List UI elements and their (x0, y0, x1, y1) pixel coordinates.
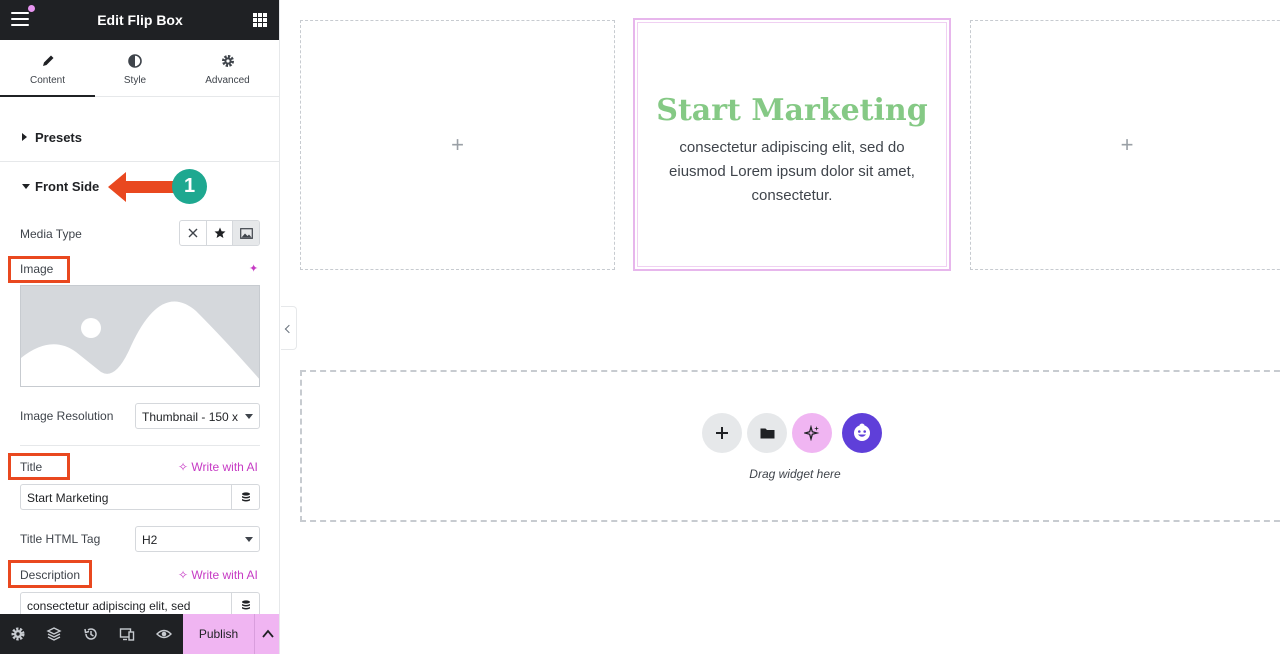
tab-style-label: Style (123, 75, 147, 86)
front-side-label: Front Side (35, 179, 100, 194)
folder-icon (760, 428, 774, 439)
title-html-tag-value: H2 (142, 533, 158, 547)
panel-footer: Publish (0, 614, 279, 654)
publish-button[interactable]: Publish (183, 614, 254, 654)
preview-eye-icon[interactable] (156, 626, 172, 642)
drop-zone-hint: Drag widget here (749, 467, 841, 481)
layers-icon[interactable] (46, 626, 62, 642)
database-icon (241, 491, 250, 501)
plus-icon (716, 427, 728, 439)
publish-options-button[interactable] (254, 614, 279, 654)
media-type-label: Media Type (20, 227, 82, 241)
notification-dot (28, 5, 35, 12)
image-resolution-select[interactable]: Thumbnail - 150 x (135, 403, 260, 429)
presets-label: Presets (35, 130, 82, 145)
tab-advanced[interactable]: Advanced (175, 40, 279, 97)
smiley-face-icon (854, 423, 870, 441)
database-icon (241, 599, 250, 609)
close-icon (188, 228, 198, 238)
add-section-button[interactable] (702, 413, 742, 453)
widget-drop-zone[interactable]: Drag widget here (300, 370, 1280, 522)
image-icon (239, 227, 253, 239)
callout-number-badge: 1 (172, 169, 207, 204)
write-with-ai-label: Write with AI (191, 568, 258, 582)
media-image-button[interactable] (233, 221, 259, 245)
write-with-ai-label: Write with AI (191, 460, 258, 474)
ai-sparkle-icon: ✧ (178, 568, 189, 582)
image-label: Image (20, 262, 54, 276)
tab-advanced-label: Advanced (205, 75, 250, 86)
write-with-ai-title-button[interactable]: ✧ Write with AI (178, 460, 258, 474)
image-resolution-label: Image Resolution (20, 409, 114, 423)
ai-sparkle-icon[interactable]: ✦ (249, 262, 261, 275)
add-template-button[interactable] (747, 413, 787, 453)
title-input-value: Start Marketing (27, 491, 109, 505)
ai-generate-button[interactable] (792, 413, 832, 453)
media-none-button[interactable] (180, 221, 207, 245)
contrast-icon (128, 54, 142, 68)
callout-arrow (108, 172, 176, 202)
flip-box-title: Start Marketing (656, 93, 928, 128)
image-placeholder-graphic (21, 286, 259, 386)
image-placeholder[interactable] (20, 285, 260, 387)
widgets-grid-icon[interactable] (253, 13, 267, 27)
presets-section-toggle[interactable]: Presets (0, 117, 279, 162)
dynamic-tags-button[interactable] (231, 485, 259, 509)
gear-icon (221, 55, 234, 67)
write-with-ai-description-button[interactable]: ✧ Write with AI (178, 568, 258, 582)
responsive-mode-icon[interactable] (119, 626, 135, 642)
panel-header: Edit Flip Box (0, 0, 279, 40)
ai-sparkle-icon: ✧ (178, 460, 189, 474)
tab-content-label: Content (29, 75, 66, 86)
description-input-value: consectetur adipiscing elit, sed (27, 599, 191, 613)
title-input[interactable]: Start Marketing (20, 484, 260, 510)
ai-sparkle-icon (804, 425, 820, 441)
flip-box-description: consectetur adipiscing elit, sed do eius… (669, 139, 915, 204)
tab-content[interactable]: Content (0, 40, 95, 97)
editor-panel: Edit Flip Box Content Style Advanced Pre… (0, 0, 280, 654)
caret-down-icon (22, 184, 30, 189)
collapse-panel-button[interactable] (281, 306, 297, 350)
settings-gear-icon[interactable] (10, 626, 26, 642)
title-html-tag-select[interactable]: H2 (135, 526, 260, 552)
title-label: Title (20, 460, 43, 474)
title-html-tag-label: Title HTML Tag (20, 532, 101, 546)
chevron-down-icon (245, 537, 253, 542)
history-icon[interactable] (83, 626, 99, 642)
caret-right-icon (22, 133, 27, 141)
panel-tabs: Content Style Advanced (0, 40, 279, 97)
empty-column-left[interactable]: + (300, 20, 615, 270)
add-icon: + (1120, 132, 1134, 157)
image-resolution-value: Thumbnail - 150 x (142, 410, 239, 424)
flip-box-widget[interactable]: Start Marketing consectetur adipiscing e… (633, 18, 951, 271)
empty-column-right[interactable]: + (970, 20, 1280, 270)
starter-kit-button[interactable] (842, 413, 882, 453)
chevron-down-icon (245, 414, 253, 419)
tab-style[interactable]: Style (95, 40, 175, 97)
chevron-up-icon (262, 629, 274, 638)
panel-title: Edit Flip Box (97, 12, 183, 28)
pencil-icon (42, 55, 53, 66)
divider (20, 445, 260, 446)
media-type-choices (179, 220, 260, 246)
star-icon (214, 227, 225, 238)
description-label: Description (20, 568, 81, 582)
media-icon-button[interactable] (207, 221, 234, 245)
add-icon: + (451, 132, 464, 157)
flip-box-front: Start Marketing consectetur adipiscing e… (637, 22, 947, 267)
